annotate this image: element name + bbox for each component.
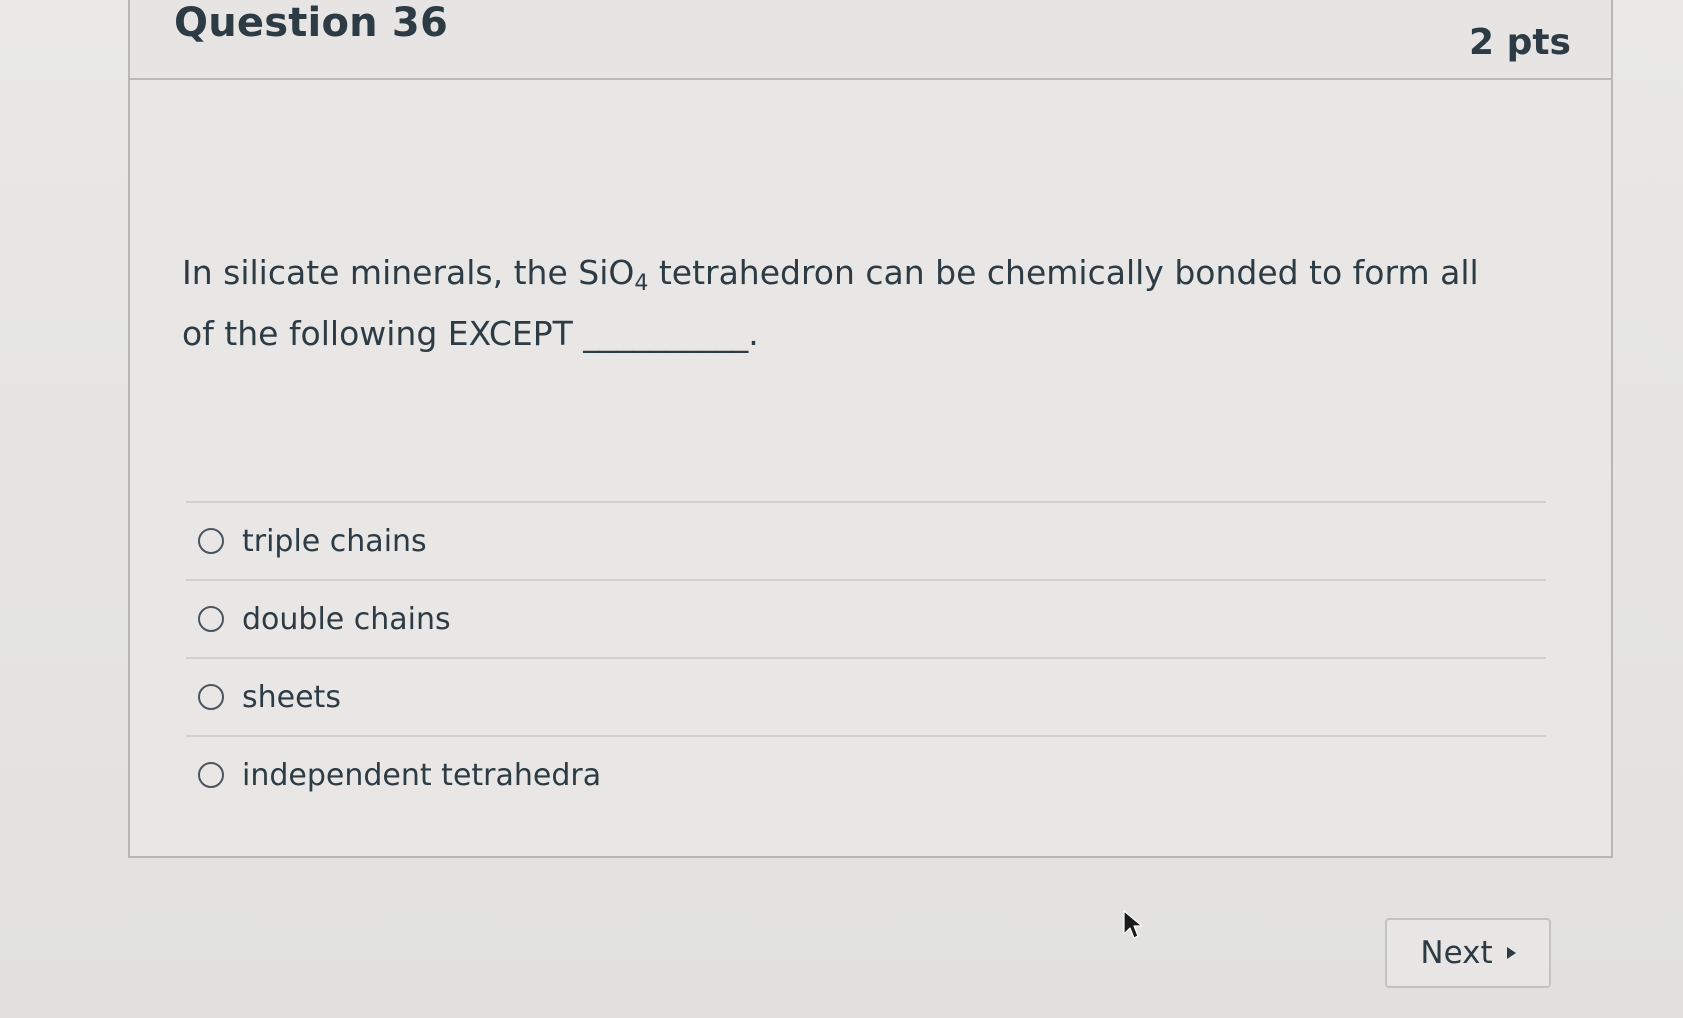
question-points: 2 pts [1469, 22, 1571, 63]
question-text-subscript: 4 [634, 271, 649, 296]
radio-button[interactable] [198, 606, 224, 632]
next-button-label[interactable]: Next [1420, 935, 1492, 971]
answer-option-sheets[interactable]: sheets [186, 659, 1546, 737]
caret-right-icon[interactable] [1506, 947, 1516, 959]
answer-label[interactable]: independent tetrahedra [242, 758, 601, 793]
radio-button[interactable] [198, 684, 224, 710]
next-button[interactable]: Next [1385, 918, 1551, 988]
quiz-page: Question 36 2 pts In silicate minerals, … [0, 0, 1683, 1018]
question-title: Question 36 [174, 0, 448, 46]
radio-button[interactable] [198, 762, 224, 788]
answer-label[interactable]: sheets [242, 680, 341, 715]
answer-option-double-chains[interactable]: double chains [186, 581, 1546, 659]
question-text: In silicate minerals, the SiO4 tetrahedr… [182, 248, 1512, 359]
question-card: Question 36 2 pts In silicate minerals, … [128, 0, 1613, 858]
question-header: Question 36 2 pts [130, 0, 1611, 80]
answer-option-triple-chains[interactable]: triple chains [186, 503, 1546, 581]
mouse-pointer-icon [1123, 910, 1143, 939]
answer-list: triple chains double chains sheets indep… [186, 501, 1546, 813]
answer-option-independent-tetrahedra[interactable]: independent tetrahedra [186, 737, 1546, 813]
question-text-before: In silicate minerals, the SiO [182, 253, 635, 292]
answer-label[interactable]: double chains [242, 602, 451, 637]
answer-label[interactable]: triple chains [242, 524, 427, 559]
radio-button[interactable] [198, 528, 224, 554]
